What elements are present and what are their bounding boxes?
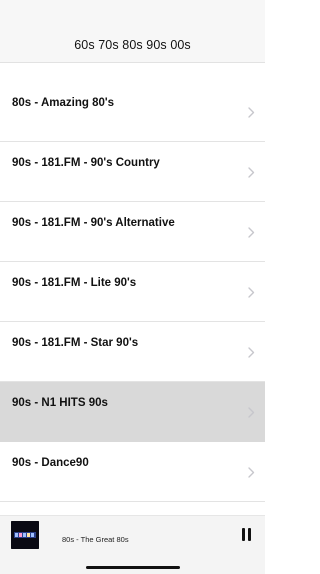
station-label: 90s - 181.FM - Lite 90's <box>12 277 137 289</box>
chevron-right-icon <box>248 107 255 118</box>
pause-icon <box>242 528 245 541</box>
station-label: 90s - Dance90 <box>12 457 89 469</box>
chevron-right-icon <box>248 347 255 358</box>
chevron-right-icon <box>248 407 255 418</box>
station-row[interactable]: 90s - 181.FM - 90's Alternative <box>0 202 265 262</box>
chevron-right-icon <box>248 287 255 298</box>
chevron-right-icon <box>248 167 255 178</box>
station-row-selected[interactable]: 90s - N1 HITS 90s <box>0 382 265 442</box>
home-indicator[interactable] <box>86 566 180 569</box>
now-playing-title: 80s - The Great 80s <box>62 535 129 544</box>
station-label: 80s - Amazing 80's <box>12 97 115 109</box>
station-label: 90s - 181.FM - Star 90's <box>12 337 139 349</box>
chevron-right-icon <box>248 467 255 478</box>
station-label: 90s - N1 HITS 90s <box>12 397 108 409</box>
station-row[interactable]: 90s - 181.FM - Lite 90's <box>0 262 265 322</box>
station-label: 90s - 181.FM - 90's Country <box>12 157 160 169</box>
page-title: 60s 70s 80s 90s 00s <box>74 38 191 52</box>
station-row[interactable]: 90s - 181.FM - 90's Country <box>0 142 265 202</box>
station-row[interactable]: 90s - 181.FM - Star 90's <box>0 322 265 382</box>
pause-button[interactable] <box>240 528 254 542</box>
station-artwork <box>11 521 39 549</box>
pause-icon-bar <box>248 528 251 541</box>
navigation-bar: 60s 70s 80s 90s 00s <box>0 0 265 63</box>
station-label: 90s - 181.FM - 90's Alternative <box>12 217 175 229</box>
station-row[interactable]: 90s - Dance90 <box>0 442 265 502</box>
artwork-image <box>11 521 39 549</box>
chevron-right-icon <box>248 227 255 238</box>
station-row[interactable]: 80s - Amazing 80's <box>0 82 265 142</box>
station-list: 80s - Amazing 80's 90s - 181.FM - 90's C… <box>0 82 265 502</box>
